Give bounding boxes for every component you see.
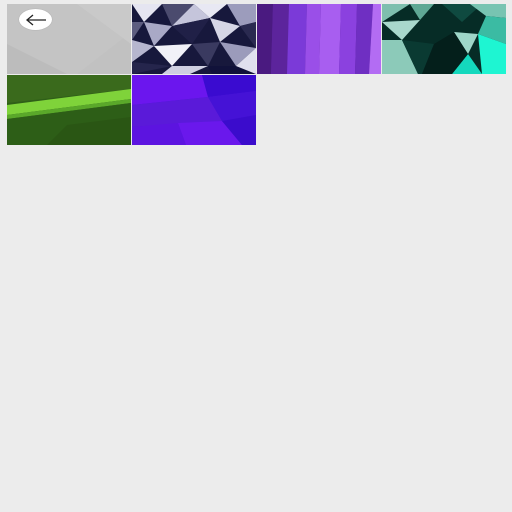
wallpaper-thumbnail-teal-polygons xyxy=(382,4,506,74)
wallpaper-thumbnail-green-band xyxy=(7,75,131,145)
wallpaper-tile-green-band[interactable] xyxy=(7,75,131,145)
wallpaper-tile-teal-polygons[interactable] xyxy=(382,4,506,74)
wallpaper-thumbnail-purple-stripes xyxy=(257,4,381,74)
arrow-left-icon xyxy=(25,14,46,25)
wallpaper-picker-screen xyxy=(0,0,512,512)
wallpaper-thumbnail-navy-triangles xyxy=(132,4,256,74)
back-button[interactable] xyxy=(19,9,52,30)
wallpaper-tile-violet-waves[interactable] xyxy=(132,75,256,145)
wallpaper-tile-navy-triangles[interactable] xyxy=(132,4,256,74)
wallpaper-grid xyxy=(7,4,506,145)
wallpaper-thumbnail-violet-waves xyxy=(132,75,256,145)
wallpaper-tile-purple-stripes[interactable] xyxy=(257,4,381,74)
